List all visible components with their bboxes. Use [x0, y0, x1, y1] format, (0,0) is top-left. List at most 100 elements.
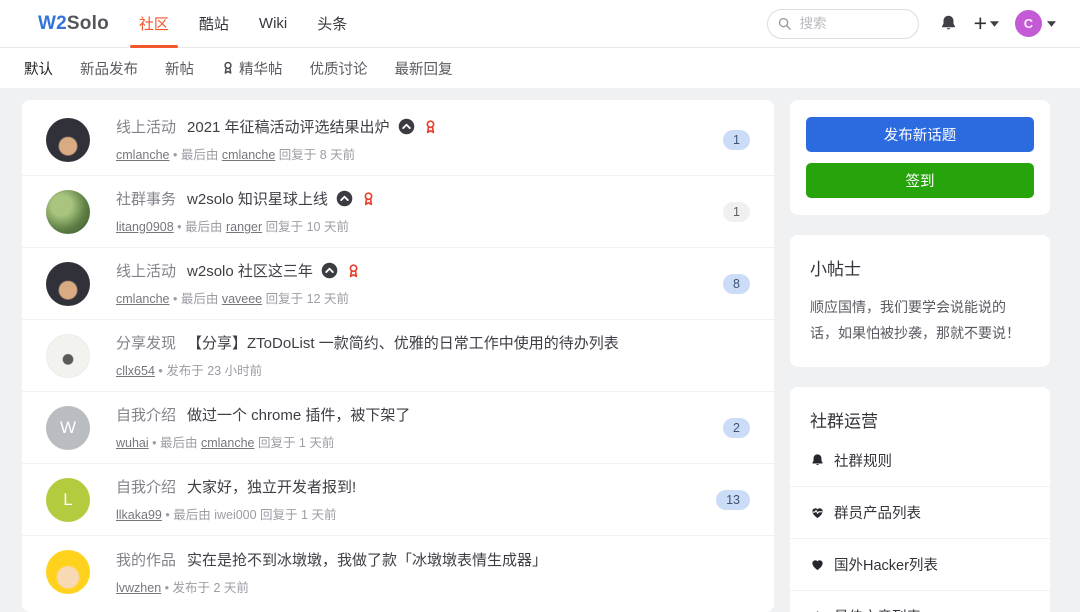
- topic-category[interactable]: 我的作品: [116, 549, 176, 570]
- reply-count-badge: 1: [723, 129, 750, 150]
- nav-item-wiki[interactable]: Wiki: [259, 0, 287, 47]
- topic-meta: litang0908 • 最后由 ranger 回复于 10 天前: [116, 216, 705, 235]
- user-link[interactable]: cmlanche: [116, 292, 170, 306]
- topic-meta: cmlanche • 最后由 vaveee 回复于 12 天前: [116, 288, 705, 307]
- topic-title[interactable]: 实在是抢不到冰墩墩，我做了款「冰墩墩表情生成器」: [187, 549, 547, 570]
- topic-title[interactable]: w2solo 知识星球上线: [187, 188, 328, 209]
- reply-count-badge: 2: [723, 417, 750, 438]
- topic-row[interactable]: 线上活动 2021 年征稿活动评选结果出炉 cmlanche • 最后由 cml…: [22, 104, 774, 176]
- topic-filter-bar: 默认 新品发布 新帖 精华帖 优质讨论 最新回复: [0, 48, 1080, 88]
- medal-icon: [423, 119, 438, 135]
- avatar[interactable]: [46, 261, 90, 306]
- sidebar-link-best-articles[interactable]: 最佳文章列表: [790, 589, 1050, 612]
- filter-item-label: 最新回复: [394, 61, 453, 78]
- topic-category[interactable]: 自我介绍: [116, 476, 176, 497]
- heartbeat-icon: [810, 505, 825, 520]
- pinned-icon: [398, 118, 415, 135]
- pinned-icon: [336, 190, 353, 207]
- topic-meta: cllx654 • 发布于 23 小时前: [116, 360, 750, 379]
- topic-category[interactable]: 自我介绍: [116, 404, 176, 425]
- topic-row[interactable]: 社群事务 w2solo 知识星球上线 litang0908 • 最后由 rang…: [22, 176, 774, 248]
- sidebar-link-rules[interactable]: 社群规则: [790, 435, 1050, 486]
- meta-text: •: [161, 508, 174, 522]
- avatar[interactable]: [46, 117, 90, 162]
- topic-category[interactable]: 线上活动: [116, 260, 176, 281]
- user-link[interactable]: cllx654: [116, 364, 155, 378]
- avatar[interactable]: [46, 550, 90, 594]
- user-link[interactable]: vaveee: [222, 292, 262, 306]
- topic-meta: lvwzhen • 发布于 2 天前: [116, 577, 750, 596]
- check-in-button[interactable]: 签到: [806, 163, 1034, 198]
- sidebar-link-label: 国外Hacker列表: [834, 557, 938, 574]
- topic-category[interactable]: 社群事务: [116, 188, 176, 209]
- avatar[interactable]: [46, 333, 90, 378]
- sidebar-link-member-products[interactable]: 群员产品列表: [790, 485, 1050, 538]
- meta-text: iwei000: [214, 508, 257, 522]
- filter-item-latest-replies[interactable]: 最新回复: [395, 58, 453, 79]
- filter-item-quality-discussions[interactable]: 优质讨论: [310, 58, 368, 79]
- avatar[interactable]: W: [46, 405, 90, 450]
- user-link[interactable]: wuhai: [116, 436, 149, 450]
- logo-part-gray: Solo: [66, 12, 109, 34]
- topic-row[interactable]: W 自我介绍 做过一个 chrome 插件，被下架了 wuhai • 最后由 c…: [22, 392, 774, 464]
- page-content: 线上活动 2021 年征稿活动评选结果出炉 cmlanche • 最后由 cml…: [0, 88, 1080, 612]
- nav-item-headlines[interactable]: 头条: [317, 0, 347, 47]
- top-navbar: W2Solo 社区酷站 Wiki 头条 + C: [0, 0, 1080, 48]
- sidebar-link-label: 最佳文章列表: [834, 606, 921, 612]
- user-link[interactable]: cmlanche: [116, 148, 170, 162]
- sidebar: 发布新话题 签到 小帖士 顺应国情，我们要学会说能说的话，如果怕被抄袭，那就不要…: [790, 100, 1050, 612]
- create-new-menu-button[interactable]: +: [974, 12, 999, 35]
- topic-row[interactable]: 线上活动 w2solo 社区这三年 cmlanche • 最后由 vaveee …: [22, 248, 774, 320]
- tips-title: 小帖士: [810, 260, 861, 279]
- meta-text: 最后由: [185, 220, 227, 234]
- user-link[interactable]: cmlanche: [201, 436, 255, 450]
- filter-item-label: 新帖: [165, 61, 194, 78]
- chevron-down-icon: [1047, 20, 1056, 27]
- chevron-down-icon: [990, 20, 999, 27]
- filter-item-default[interactable]: 默认: [24, 58, 53, 79]
- topic-title[interactable]: 2021 年征稿活动评选结果出炉: [187, 116, 390, 137]
- topic-category[interactable]: 分享发现: [116, 332, 176, 353]
- meta-text: •: [148, 436, 160, 450]
- topic-meta: cmlanche • 最后由 cmlanche 回复于 8 天前: [116, 144, 705, 163]
- heart-icon: [810, 557, 825, 572]
- filter-item-featured[interactable]: 精华帖: [221, 58, 283, 79]
- topic-title[interactable]: 大家好，独立开发者报到!: [187, 476, 356, 497]
- topic-category[interactable]: 线上活动: [116, 116, 176, 137]
- sidebar-link-overseas-hackers[interactable]: 国外Hacker列表: [790, 537, 1050, 590]
- user-link[interactable]: ranger: [226, 220, 262, 234]
- topic-row[interactable]: 我的作品 实在是抢不到冰墩墩，我做了款「冰墩墩表情生成器」 lvwzhen • …: [22, 536, 774, 608]
- topic-row[interactable]: L 自我介绍 大家好，独立开发者报到! llkaka99 • 最后由 iwei0…: [22, 464, 774, 536]
- filter-item-label: 默认: [24, 61, 53, 78]
- user-link[interactable]: lvwzhen: [116, 581, 161, 595]
- reply-count-badge: 1: [723, 201, 750, 222]
- meta-text: 最后由: [180, 292, 222, 306]
- topic-title[interactable]: 【分享】ZToDoList 一款简约、优雅的日常工作中使用的待办列表: [187, 332, 619, 353]
- avatar[interactable]: [46, 189, 90, 234]
- nav-item-cool-sites[interactable]: 酷站: [199, 0, 229, 47]
- avatar[interactable]: L: [46, 477, 90, 522]
- user-link[interactable]: litang0908: [116, 220, 174, 234]
- topic-title[interactable]: 做过一个 chrome 插件，被下架了: [187, 404, 410, 425]
- meta-text: 发布于 2 天前: [172, 580, 249, 595]
- topic-meta: llkaka99 • 最后由 iwei000 回复于 1 天前: [116, 504, 698, 523]
- meta-text: 回复于 10 天前: [262, 220, 349, 234]
- nav-item-community[interactable]: 社区: [129, 0, 178, 48]
- user-menu-button[interactable]: C: [1015, 10, 1056, 37]
- reply-count-badge: 13: [716, 489, 750, 510]
- filter-item-label: 精华帖: [239, 61, 283, 78]
- notifications-bell-icon[interactable]: [939, 14, 958, 33]
- publish-new-topic-button[interactable]: 发布新话题: [806, 117, 1034, 152]
- site-logo[interactable]: W2Solo: [38, 13, 109, 35]
- user-link[interactable]: cmlanche: [222, 148, 276, 162]
- filter-item-new-posts[interactable]: 新帖: [165, 58, 194, 79]
- filter-item-new-products[interactable]: 新品发布: [80, 58, 138, 79]
- user-avatar: C: [1015, 10, 1042, 37]
- topic-row[interactable]: 分享发现 【分享】ZToDoList 一款简约、优雅的日常工作中使用的待办列表 …: [22, 320, 774, 392]
- logo-part-blue: W2: [38, 12, 67, 34]
- meta-text: •: [161, 580, 173, 595]
- medal-icon: [221, 61, 235, 75]
- meta-text: •: [169, 148, 181, 162]
- topic-title[interactable]: w2solo 社区这三年: [187, 260, 313, 281]
- user-link[interactable]: llkaka99: [116, 508, 162, 522]
